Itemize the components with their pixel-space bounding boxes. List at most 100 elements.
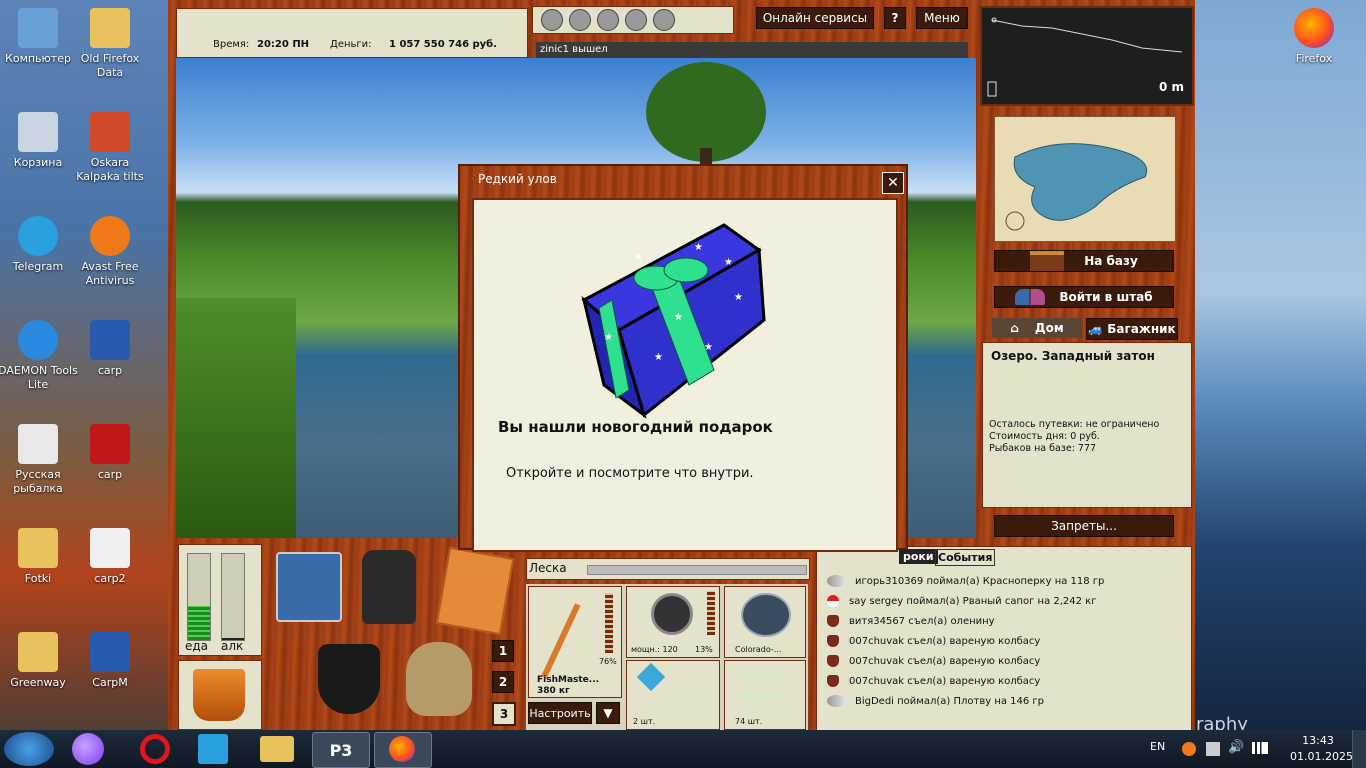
desktop-icon[interactable]: carp [70,424,150,482]
rod-name: FishMaste... [537,675,600,685]
money-label: Деньги: [330,39,372,50]
day-cost: Стоимость дня: 0 руб. [989,431,1100,442]
pot-icon [827,615,839,627]
tab-trunk[interactable]: 🚙 Багажник [1086,318,1178,340]
slot-1-button[interactable]: 1 [492,640,514,662]
folder-icon [18,632,58,672]
reel-icon [651,593,693,635]
lure-icon[interactable] [569,9,591,31]
dialog-close-button[interactable]: ✕ [882,172,904,194]
desktop-icon[interactable]: Компьютер [0,8,78,66]
desktop-icon[interactable]: Avast Free Antivirus [70,216,150,288]
desktop-icon-label: Old Firefox Data [80,52,140,79]
desktop-icon[interactable]: Русская рыбалка [0,424,78,496]
depth-value: 0 m [1158,80,1184,94]
svg-text:★: ★ [604,332,613,343]
signal-icon[interactable] [1252,742,1268,754]
configure-dropdown-button[interactable]: ▼ [596,702,620,724]
language-indicator[interactable]: EN [1150,740,1165,753]
volume-icon[interactable]: 🔊 [1228,740,1244,755]
desktop-icon[interactable]: Oskara Kalpaka tilts [70,112,150,184]
bucket-slot[interactable] [178,660,262,730]
presentation-icon [90,112,130,152]
desktop-icon-label: carp2 [94,572,126,585]
media-player-icon[interactable] [198,734,228,764]
food-meter [187,553,211,641]
svg-text:★: ★ [674,312,683,323]
clock[interactable]: 13:43 01.01.2025 [1290,733,1353,765]
alice-icon[interactable] [72,733,104,765]
desktop-icon-firefox[interactable]: Firefox [1274,8,1354,66]
bait-slot[interactable]: 74 шт. [724,660,806,730]
menu-button[interactable]: Меню [916,7,968,29]
help-button[interactable]: ? [884,7,906,29]
desktop-icon[interactable]: Fotki [0,528,78,586]
desktop-icon[interactable]: carp2 [70,528,150,586]
event-row: BigDedi поймал(а) Плотву на 146 гр [817,691,1191,711]
pot-icon [827,675,839,687]
avast-tray-icon[interactable] [1182,742,1196,756]
reel-slot[interactable]: мощн.: 120 13% [626,586,720,658]
event-row: 007chuvak съел(а) вареную колбасу [817,651,1191,671]
desktop-icon[interactable]: Old Firefox Data [70,8,150,80]
bans-button[interactable]: Запреты... [994,515,1174,537]
lure-icon[interactable] [653,9,675,31]
online-services-button[interactable]: Онлайн сервисы [756,7,874,29]
tab-home[interactable]: ⌂ Дом [992,318,1082,338]
desktop-icon-label: Русская рыбалка [13,468,63,495]
event-text: say sergey поймал(а) Рваный сапог на 2,2… [849,595,1097,607]
rod-slot[interactable]: 76% FishMaste... 380 кг [528,586,622,698]
start-button[interactable] [4,732,54,766]
tackle-panel: 76% FishMaste... 380 кг мощн.: 120 13% C… [526,584,808,730]
lure-icon [827,575,845,587]
tab-records-partial[interactable]: роки [899,549,938,564]
desktop-icon[interactable]: CarpM [70,632,150,690]
desktop-icon-label: carp [97,364,123,377]
car-icon: 🚙 [1088,322,1104,336]
lure-icon[interactable] [625,9,647,31]
to-base-button[interactable]: На базу [994,250,1174,272]
enter-hq-label: Войти в штаб [1059,290,1153,304]
feeder-slot[interactable]: 2 шт. [626,660,720,730]
desktop-icon[interactable]: DAEMON Tools Lite [0,320,78,392]
rod-weight: 380 кг [537,686,570,696]
lure-icon[interactable] [541,9,563,31]
svg-text:★: ★ [734,292,743,303]
show-desktop-button[interactable] [1352,730,1366,768]
backpack-icon[interactable] [362,550,416,624]
tackle-box-icon[interactable] [276,552,342,622]
desktop-icon[interactable]: carp [70,320,150,378]
event-text: 007chuvak съел(а) вареную колбасу [849,655,1041,667]
keepnet-bag-icon[interactable] [406,642,472,716]
gift-box-icon[interactable]: ★ ★ ★ ★ ★ ★ ★ ★ [574,210,774,420]
tab-events[interactable]: События [935,549,996,566]
events-panel: роки События игорь310369 поймал(а) Красн… [816,546,1192,732]
explorer-icon[interactable] [260,736,294,762]
notebook-icon[interactable] [435,546,515,636]
slot-2-button[interactable]: 2 [492,671,514,693]
opera-icon[interactable] [140,734,170,764]
clock-time: 13:43 [1302,734,1334,747]
svg-text:★: ★ [694,242,703,253]
line-spool-icon [741,593,791,637]
to-base-label: На базу [1084,254,1138,268]
cauldron-icon[interactable] [318,644,380,714]
desktop-icon[interactable]: Корзина [0,112,78,170]
dialog-title: Редкий улов [478,172,557,186]
line-slot[interactable]: Colorado-... [724,586,806,658]
reel-power: мощн.: 120 [631,645,678,654]
rr3-taskbar-button[interactable]: P3 [312,732,370,768]
configure-button[interactable]: Настроить [528,702,592,724]
firefox-taskbar-button[interactable] [374,732,432,768]
lure-icon[interactable] [597,9,619,31]
enter-hq-button[interactable]: Войти в штаб [994,286,1174,308]
rod-wear-gauge [605,593,613,653]
feeder-icon [636,662,666,692]
desktop-icon[interactable]: Greenway [0,632,78,690]
lake-map[interactable] [994,116,1176,242]
desktop-icon-label: Oskara Kalpaka tilts [76,156,144,183]
desktop-icon[interactable]: Telegram [0,216,78,274]
taskbar: P3 EN 🔊 13:43 01.01.2025 [0,730,1366,768]
slot-3-button[interactable]: 3 [492,702,516,726]
network-tray-icon[interactable] [1206,742,1220,756]
